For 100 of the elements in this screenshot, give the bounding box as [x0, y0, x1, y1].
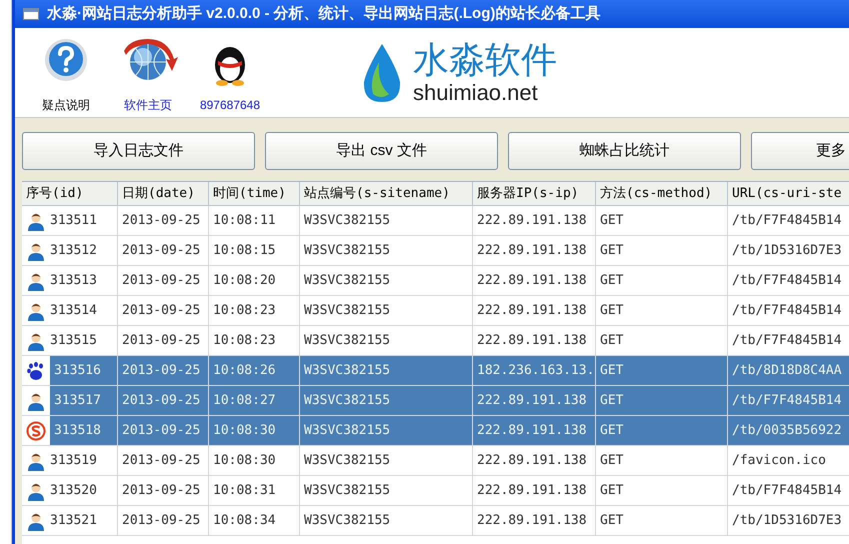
table-row[interactable]: 313514 2013-09-25 10:08:23 W3SVC382155 222.89.191.138 GET /tb/F7F4845B14 — [22, 296, 849, 326]
table-cell-text: 313515 — [50, 332, 97, 350]
table-row[interactable]: 313516 2013-09-25 10:08:26 W3SVC382155 182.236.163.13. GET /tb/8D18D8C4AA — [22, 356, 849, 386]
person-icon — [26, 210, 46, 230]
table-cell-text: 10:08:20 — [213, 272, 276, 290]
toolbar-label[interactable]: 疑点说明 — [42, 96, 90, 114]
window-icon — [23, 8, 39, 20]
toolbar-link[interactable]: 软件主页 — [124, 96, 172, 114]
table-cell-text: W3SVC382155 — [304, 512, 390, 530]
table-cell-text: 10:08:23 — [213, 332, 276, 350]
table-cell-text: 2013-09-25 — [122, 242, 200, 260]
table-cell-text: /tb/F7F4845B14 — [732, 212, 842, 230]
table-cell-text: /tb/F7F4845B14 — [732, 272, 842, 290]
table-cell-text: W3SVC382155 — [304, 362, 390, 380]
table-cell-text: 222.89.191.138 — [477, 332, 587, 350]
table-cell-text: /tb/1D5316D7E3 — [732, 512, 842, 530]
table-cell-text: /tb/F7F4845B14 — [732, 332, 842, 350]
table-cell-text: 222.89.191.138 — [477, 302, 587, 320]
table-cell-text: GET — [600, 302, 624, 320]
person-icon — [26, 330, 46, 350]
table-cell-text: 313514 — [50, 302, 97, 320]
table-cell-text: 10:08:26 — [213, 362, 276, 380]
table-cell-text: 2013-09-25 — [122, 302, 200, 320]
table-cell-text: GET — [600, 332, 624, 350]
table-cell-text: GET — [600, 422, 624, 440]
table-cell-text: 10:08:34 — [213, 512, 276, 530]
table-cell-text: 313520 — [50, 482, 97, 500]
table-cell-text: GET — [600, 212, 624, 230]
table-row[interactable]: 313520 2013-09-25 10:08:31 W3SVC382155 222.89.191.138 GET /tb/F7F4845B14 — [22, 476, 849, 506]
logo-domain: shuimiao.net — [413, 82, 539, 104]
person-icon — [26, 240, 46, 260]
table-row[interactable]: 313511 2013-09-25 10:08:11 W3SVC382155 222.89.191.138 GET /tb/F7F4845B14 — [22, 206, 849, 236]
table-cell-text: /tb/1D5316D7E3 — [732, 242, 842, 260]
table-row[interactable]: 313521 2013-09-25 10:08:34 W3SVC382155 222.89.191.138 GET /tb/1D5316D7E3 — [22, 506, 849, 536]
table-cell-text: 313521 — [50, 512, 97, 530]
table-cell-text: 222.89.191.138 — [477, 212, 587, 230]
person-icon — [26, 480, 46, 500]
table-cell-text: W3SVC382155 — [304, 302, 390, 320]
table-cell-text: 2013-09-25 — [122, 452, 200, 470]
table-cell-text: 10:08:27 — [213, 392, 276, 410]
table-cell-text: W3SVC382155 — [304, 482, 390, 500]
table-row[interactable]: 313512 2013-09-25 10:08:15 W3SVC382155 222.89.191.138 GET /tb/1D5316D7E3 — [22, 236, 849, 266]
table-cell-text: 2013-09-25 — [122, 482, 200, 500]
table-cell-text: 10:08:31 — [213, 482, 276, 500]
person-icon — [26, 510, 46, 530]
table-cell-text: GET — [600, 362, 624, 380]
table-cell-text: GET — [600, 452, 624, 470]
table-cell-text: 222.89.191.138 — [477, 242, 587, 260]
table-cell-text: 182.236.163.13. — [477, 362, 594, 380]
table-cell: 313516 — [50, 356, 117, 385]
person-icon — [26, 270, 46, 290]
paw-icon — [26, 360, 46, 380]
s-circle-icon — [26, 420, 46, 440]
person-icon — [26, 450, 46, 470]
table-cell-text: GET — [600, 482, 624, 500]
table-cell-text: /tb/F7F4845B14 — [732, 482, 842, 500]
table-cell-text: 2013-09-25 — [122, 272, 200, 290]
toolbar-link[interactable]: 897687648 — [200, 96, 260, 114]
toolbar-button[interactable]: 蜘蛛占比统计 — [508, 132, 741, 170]
table-cell-text: 10:08:30 — [213, 422, 276, 440]
table-cell-text: 10:08:30 — [213, 452, 276, 470]
toolbar-button[interactable]: 更多 — [751, 132, 849, 170]
table-row[interactable]: 313518 2013-09-25 10:08:30 W3SVC382155 222.89.191.138 GET /tb/0035B56922 — [22, 416, 849, 446]
table-cell-text: /tb/F7F4845B14 — [732, 302, 842, 320]
table-cell-text: W3SVC382155 — [304, 332, 390, 350]
table-cell-text: W3SVC382155 — [304, 212, 390, 230]
table-cell-text: 222.89.191.138 — [477, 452, 587, 470]
table-cell-text: 313512 — [50, 242, 97, 260]
table-cell-text: GET — [600, 272, 624, 290]
table-cell-text: 10:08:11 — [213, 212, 276, 230]
table-cell-text: 313519 — [50, 452, 97, 470]
table-cell-text: 10:08:15 — [213, 242, 276, 260]
table-cell-text: W3SVC382155 — [304, 272, 390, 290]
toolbar-button[interactable]: 导出 csv 文件 — [265, 132, 498, 170]
table-cell-text: GET — [600, 242, 624, 260]
table-row[interactable]: 313515 2013-09-25 10:08:23 W3SVC382155 222.89.191.138 GET /tb/F7F4845B14 — [22, 326, 849, 356]
table-cell-text: /tb/0035B56922 — [732, 422, 842, 440]
table-cell-text: 222.89.191.138 — [477, 392, 587, 410]
table-cell-text: 222.89.191.138 — [477, 482, 587, 500]
person-icon — [26, 390, 46, 410]
toolbar-button[interactable]: 导入日志文件 — [22, 132, 255, 170]
table-cell-text: 313513 — [50, 272, 97, 290]
table-row[interactable]: 313517 2013-09-25 10:08:27 W3SVC382155 222.89.191.138 GET /tb/F7F4845B14 — [22, 386, 849, 416]
table-cell-text: W3SVC382155 — [304, 392, 390, 410]
table-cell: 313518 — [50, 416, 117, 445]
window-title: 水淼·网站日志分析助手 v2.0.0.0 - 分析、统计、导出网站日志(.Log)的站长必备工具 — [47, 4, 600, 24]
table-cell-text: 313511 — [50, 212, 97, 230]
table-cell-text: GET — [600, 512, 624, 530]
table-cell-text: 10:08:23 — [213, 302, 276, 320]
table-cell-text: 2013-09-25 — [122, 392, 200, 410]
table-cell-text: 2013-09-25 — [122, 212, 200, 230]
table-cell-text: 2013-09-25 — [122, 362, 200, 380]
table-cell-text: /tb/8D18D8C4AA — [732, 362, 842, 380]
table-cell-text: 2013-09-25 — [122, 332, 200, 350]
table-row[interactable]: 313519 2013-09-25 10:08:30 W3SVC382155 222.89.191.138 GET /favicon.ico — [22, 446, 849, 476]
table-cell-text: W3SVC382155 — [304, 452, 390, 470]
table-cell: 313517 — [50, 386, 117, 415]
person-icon — [26, 300, 46, 320]
table-cell-text: /favicon.ico — [732, 452, 826, 470]
table-row[interactable]: 313513 2013-09-25 10:08:20 W3SVC382155 222.89.191.138 GET /tb/F7F4845B14 — [22, 266, 849, 296]
